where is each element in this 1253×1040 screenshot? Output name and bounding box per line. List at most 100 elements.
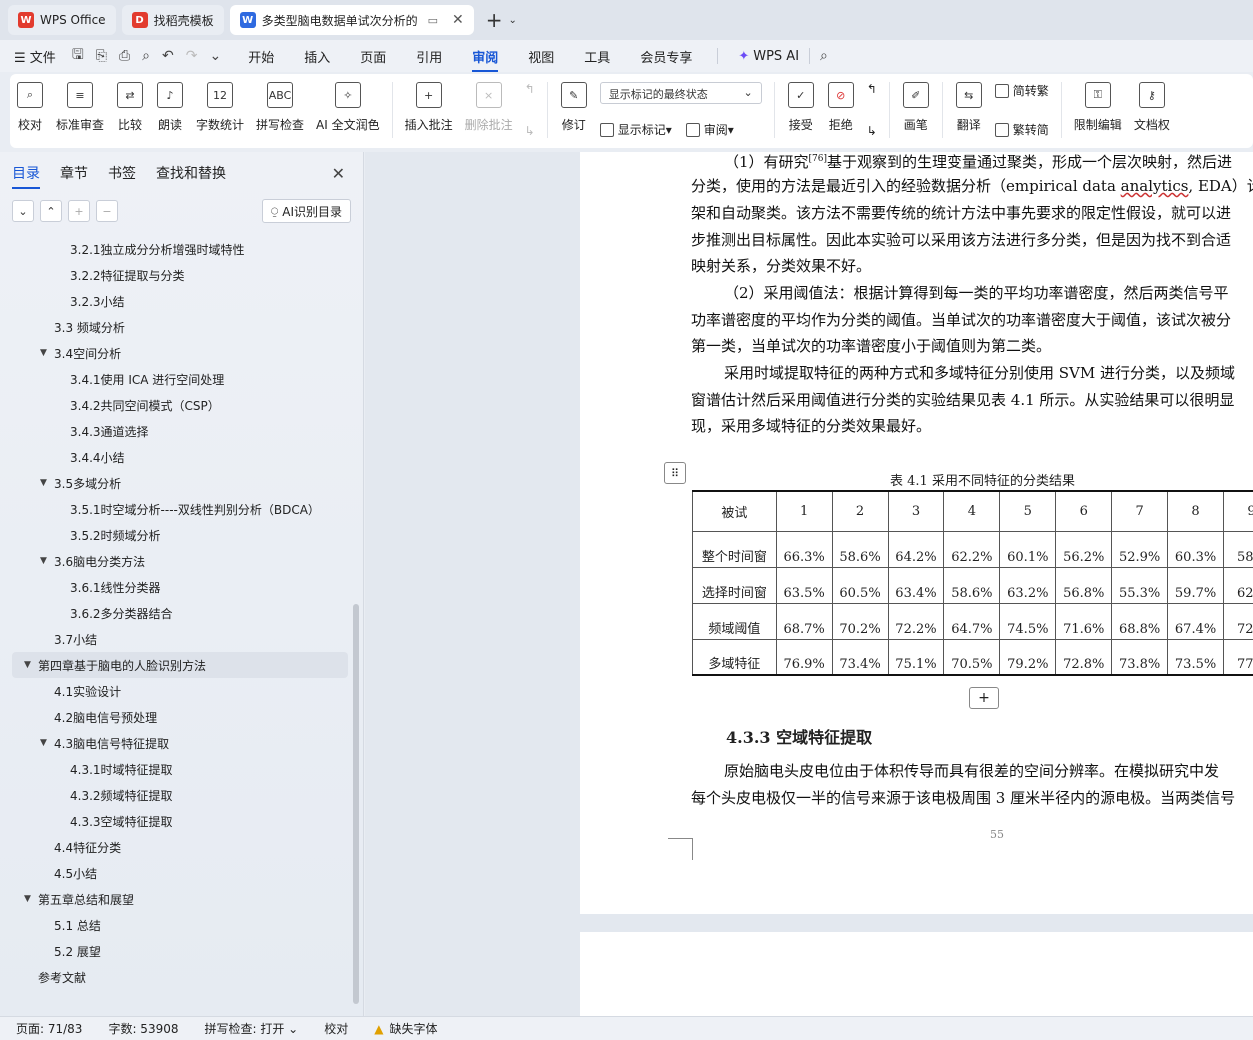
- track-changes-button[interactable]: ✎ 修订: [554, 82, 594, 133]
- add-row-plus-icon[interactable]: +: [969, 687, 999, 709]
- tab-document[interactable]: W 多类型脑电数据单试次分析的 ▭ ✕: [229, 5, 474, 35]
- table-cell[interactable]: 72.8: [1223, 602, 1253, 640]
- undo-icon[interactable]: ↶: [162, 48, 174, 64]
- results-table[interactable]: 被试 1 2 3 4 5 6 7 8 9 整个时间窗 66.3% 58.6% 64.2% 62.2% 60.1…: [692, 490, 1253, 676]
- table-cell[interactable]: 73.4%: [831, 638, 889, 676]
- toc-item[interactable]: 3.3 频域分析: [0, 314, 352, 340]
- spell-check-status[interactable]: 拼写检查: 打开 ⌄: [205, 1020, 299, 1037]
- review-pane-button[interactable]: 审阅 ▾: [685, 121, 734, 138]
- next-change-icon[interactable]: ↳: [867, 124, 877, 138]
- tab-docer-templates[interactable]: D 找稻壳模板: [121, 5, 224, 35]
- menu-tab-review[interactable]: 审阅: [472, 47, 499, 72]
- next-comment-icon[interactable]: ↳: [525, 124, 535, 138]
- previous-change-icon[interactable]: ↰: [867, 82, 877, 96]
- toc-item[interactable]: 4.4特征分类: [0, 834, 352, 860]
- toc-item[interactable]: 4.5小结: [0, 860, 352, 886]
- read-aloud-button[interactable]: ♪ 朗读: [150, 82, 190, 133]
- toc-item[interactable]: 3.2.1独立成分分析增强时域特性: [0, 236, 352, 262]
- table-move-handle-icon[interactable]: ⠿: [664, 462, 686, 484]
- table-cell[interactable]: 75.1%: [887, 638, 945, 676]
- table-cell[interactable]: 56.2%: [1055, 530, 1113, 568]
- export-pdf-icon[interactable]: ⎘: [96, 48, 107, 64]
- print-preview-icon[interactable]: ⌕: [142, 48, 150, 64]
- tab-bookmarks[interactable]: 书签: [108, 163, 136, 183]
- toc-item[interactable]: 3.4.2共同空间模式（CSP）: [0, 392, 352, 418]
- table-cell[interactable]: 52.9%: [1111, 530, 1169, 568]
- word-count[interactable]: 字数: 53908: [108, 1020, 178, 1037]
- table-header-cell[interactable]: 被试: [692, 490, 777, 532]
- proofread-status[interactable]: 校对: [324, 1020, 348, 1037]
- translate-button[interactable]: ⇆ 翻译: [949, 82, 989, 133]
- display-state-select[interactable]: 显示标记的最终状态 ⌄: [599, 82, 762, 104]
- menu-tab-insert[interactable]: 插入: [304, 47, 330, 66]
- reject-button[interactable]: ⊘ 拒绝: [821, 82, 861, 133]
- wps-ai-button[interactable]: ✦ WPS AI: [738, 49, 799, 64]
- table-header-cell[interactable]: 1: [775, 490, 833, 532]
- tab-wps-office[interactable]: W WPS Office: [8, 5, 116, 35]
- more-chevron-icon[interactable]: ⌄: [209, 48, 221, 64]
- caret-down-icon[interactable]: ▼: [40, 348, 54, 358]
- table-header-cell[interactable]: 5: [999, 490, 1057, 532]
- insert-comment-button[interactable]: + 插入批注: [399, 82, 459, 133]
- toc-item[interactable]: 4.3.1时域特征提取: [0, 756, 352, 782]
- next-page[interactable]: [580, 932, 1253, 1016]
- toc-scrollbar[interactable]: [353, 604, 359, 1004]
- file-menu[interactable]: ☰ 文件: [14, 47, 56, 66]
- table-cell[interactable]: 选择时间窗: [692, 566, 777, 604]
- toc-item[interactable]: ▼ 3.6脑电分类方法: [0, 548, 352, 574]
- toc-item[interactable]: 3.2.3小结: [0, 288, 352, 314]
- search-icon[interactable]: ⌕: [820, 48, 828, 64]
- menu-tab-references[interactable]: 引用: [416, 47, 442, 66]
- table-cell[interactable]: 60.5%: [831, 566, 889, 604]
- table-cell[interactable]: 71.6%: [1055, 602, 1113, 640]
- document-rights-button[interactable]: ⚷ 文档权: [1128, 82, 1176, 133]
- table-cell[interactable]: 63.5%: [775, 566, 833, 604]
- table-header-cell[interactable]: 6: [1055, 490, 1113, 532]
- menu-tab-page[interactable]: 页面: [360, 47, 386, 66]
- table-cell[interactable]: 60.3%: [1167, 530, 1225, 568]
- add-heading-plus-icon[interactable]: +: [68, 200, 90, 222]
- print-icon[interactable]: ⎙: [119, 48, 130, 64]
- caret-down-icon[interactable]: ▼: [40, 478, 54, 488]
- toc-item[interactable]: 4.2脑电信号预处理: [0, 704, 352, 730]
- table-cell[interactable]: 70.5%: [943, 638, 1001, 676]
- table-header-cell[interactable]: 4: [943, 490, 1001, 532]
- table-cell[interactable]: 62.1: [1223, 566, 1253, 604]
- toc-item[interactable]: 3.5.2时频域分析: [0, 522, 352, 548]
- close-icon[interactable]: ✕: [332, 164, 345, 183]
- table-cell[interactable]: 58.8: [1223, 530, 1253, 568]
- toc-item[interactable]: ▼ 第四章基于脑电的人脸识别方法: [12, 652, 348, 678]
- table-header-cell[interactable]: 7: [1111, 490, 1169, 532]
- table-cell[interactable]: 66.3%: [775, 530, 833, 568]
- table-header-cell[interactable]: 3: [887, 490, 945, 532]
- caret-down-icon[interactable]: ▼: [40, 738, 54, 748]
- menu-tab-view[interactable]: 视图: [528, 47, 554, 66]
- missing-font-status[interactable]: ▲ 缺失字体: [374, 1020, 437, 1037]
- toc-item[interactable]: 3.4.4小结: [0, 444, 352, 470]
- monitor-icon[interactable]: ▭: [428, 14, 438, 27]
- spell-check-button[interactable]: ABC 拼写检查: [250, 82, 310, 133]
- table-header-cell[interactable]: 9: [1223, 490, 1253, 532]
- table-cell[interactable]: 63.2%: [999, 566, 1057, 604]
- menu-tab-home[interactable]: 开始: [248, 47, 274, 66]
- restrict-editing-button[interactable]: ⚿ 限制编辑: [1068, 82, 1128, 133]
- previous-comment-icon[interactable]: ↰: [525, 82, 535, 96]
- table-cell[interactable]: 64.7%: [943, 602, 1001, 640]
- redo-icon[interactable]: ↷: [186, 48, 198, 64]
- table-cell[interactable]: 多域特征: [692, 638, 777, 676]
- tab-toc[interactable]: 目录: [12, 163, 40, 189]
- toc-item[interactable]: 3.4.1使用 ICA 进行空间处理: [0, 366, 352, 392]
- table-cell[interactable]: 73.5%: [1167, 638, 1225, 676]
- toc-item[interactable]: 4.3.3空域特征提取: [0, 808, 352, 834]
- table-cell[interactable]: 70.2%: [831, 602, 889, 640]
- table-cell[interactable]: 63.4%: [887, 566, 945, 604]
- delete-comment-button[interactable]: × 删除批注: [459, 82, 519, 133]
- toc-item[interactable]: 3.5.1时空域分析----双线性判别分析（BDCA）: [0, 496, 352, 522]
- table-cell[interactable]: 55.3%: [1111, 566, 1169, 604]
- table-cell[interactable]: 58.6%: [943, 566, 1001, 604]
- expand-chevron-down-icon[interactable]: ⌄: [12, 200, 34, 222]
- toc-item[interactable]: 5.2 展望: [0, 938, 352, 964]
- toc-item[interactable]: 5.1 总结: [0, 912, 352, 938]
- close-icon[interactable]: ✕: [452, 12, 464, 28]
- table-cell[interactable]: 72.2%: [887, 602, 945, 640]
